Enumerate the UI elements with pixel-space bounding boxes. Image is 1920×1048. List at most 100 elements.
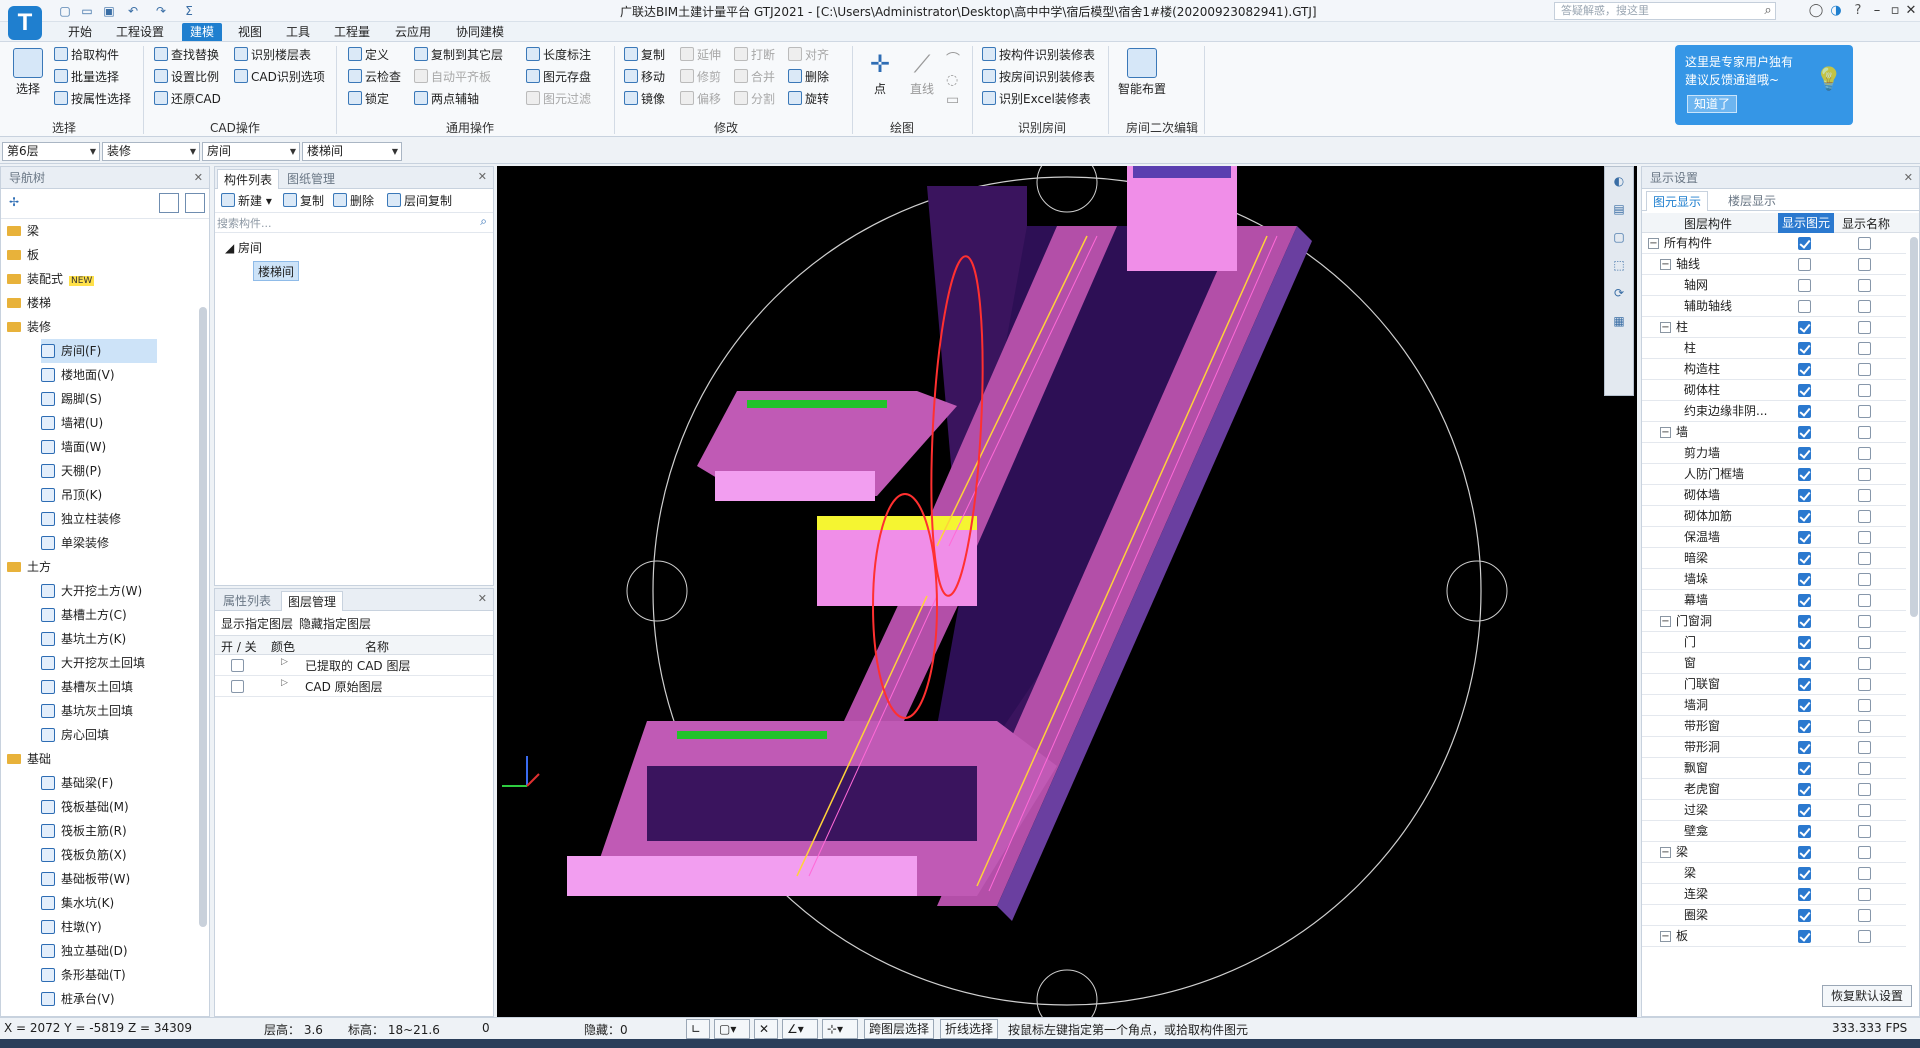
show-element-checkbox[interactable] [1798, 552, 1811, 565]
trim-button[interactable]: 修剪 [680, 67, 721, 87]
show-element-checkbox[interactable] [1798, 720, 1811, 733]
nav-item[interactable]: 柱墩(Y) [41, 915, 157, 939]
layer-toggle[interactable] [231, 659, 244, 672]
cad-options-button[interactable]: CAD识别选项 [234, 67, 325, 87]
menu-1[interactable]: 工程设置 [108, 23, 172, 41]
show-name-checkbox[interactable] [1858, 279, 1871, 292]
identify-floor-table-button[interactable]: 识别楼层表 [234, 45, 311, 65]
show-element-checkbox[interactable] [1798, 447, 1811, 460]
layer-toggle[interactable] [231, 680, 244, 693]
show-name-checkbox[interactable] [1858, 615, 1871, 628]
nav-item[interactable]: 大开挖土方(W) [41, 579, 157, 603]
expand-icon[interactable]: ▷ [281, 678, 288, 688]
collapse-toggle-icon[interactable]: − [1660, 427, 1671, 438]
menu-4[interactable]: 工具 [278, 23, 318, 41]
show-element-checkbox[interactable] [1798, 930, 1811, 943]
show-element-checkbox[interactable] [1798, 804, 1811, 817]
nav-item[interactable]: 独立基础(D) [41, 939, 157, 963]
close-icon[interactable]: ✕ [478, 170, 487, 183]
show-element-checkbox[interactable] [1798, 300, 1811, 313]
orbit-handle-right[interactable] [1446, 560, 1508, 622]
show-element-checkbox[interactable] [1798, 825, 1811, 838]
list-view-icon[interactable] [159, 193, 179, 213]
menu-7[interactable]: 协同建模 [448, 23, 512, 41]
show-name-checkbox[interactable] [1858, 783, 1871, 796]
show-name-checkbox[interactable] [1858, 447, 1871, 460]
nav-item[interactable]: 筏板基础(M) [41, 795, 157, 819]
show-name-checkbox[interactable] [1858, 573, 1871, 586]
grid-view-icon[interactable]: ▦ [1605, 307, 1633, 335]
undo-icon[interactable]: ↶ [124, 3, 142, 19]
show-element-checkbox[interactable] [1798, 468, 1811, 481]
show-name-checkbox[interactable] [1858, 909, 1871, 922]
show-name-checkbox[interactable] [1858, 825, 1871, 838]
show-name-checkbox[interactable] [1858, 657, 1871, 670]
draw-shapes-icon[interactable]: ⌒ ◌ ▭ [946, 50, 962, 110]
nav-item[interactable]: 集水坑(K) [41, 891, 157, 915]
search-icon[interactable]: ⌕ [1760, 3, 1776, 19]
show-name-checkbox[interactable] [1858, 552, 1871, 565]
show-name-checkbox[interactable] [1858, 741, 1871, 754]
show-name-checkbox[interactable] [1858, 489, 1871, 502]
align-button[interactable]: 对齐 [788, 45, 829, 65]
show-element-checkbox[interactable] [1798, 741, 1811, 754]
tab-drawing-mgmt[interactable]: 图纸管理 [281, 169, 341, 189]
no-snap-icon[interactable]: ✕ [754, 1019, 778, 1039]
length-dim-button[interactable]: 长度标注 [526, 45, 591, 65]
tooltip-ok-button[interactable]: 知道了 [1687, 95, 1737, 113]
hide-layer-button[interactable]: 隐藏指定图层 [299, 615, 371, 632]
copy-to-floor-button[interactable]: 复制到其它层 [414, 45, 503, 65]
group-label-common[interactable]: 通用操作 [446, 119, 494, 136]
show-name-checkbox[interactable] [1858, 300, 1871, 313]
copy-between-floors-button[interactable]: 层间复制 [387, 191, 452, 211]
collapse-toggle-icon[interactable]: − [1660, 616, 1671, 627]
identify-by-room-button[interactable]: 按房间识别装修表 [982, 67, 1095, 87]
redo-icon[interactable]: ↷ [152, 3, 170, 19]
nav-item[interactable]: 基础板带(W) [41, 867, 157, 891]
nav-item[interactable]: 基坑土方(K) [41, 627, 157, 651]
show-element-checkbox[interactable] [1798, 699, 1811, 712]
tile-view-icon[interactable] [185, 193, 205, 213]
collapse-toggle-icon[interactable]: − [1660, 322, 1671, 333]
batch-select-button[interactable]: 批量选择 [54, 67, 119, 87]
rotate-button[interactable]: 旋转 [788, 89, 829, 109]
box-icon[interactable]: ▢ [1605, 223, 1633, 251]
show-name-checkbox[interactable] [1858, 531, 1871, 544]
group-label-draw[interactable]: 绘图 [890, 119, 914, 136]
sum-icon[interactable]: Σ [180, 3, 198, 19]
show-element-checkbox[interactable] [1798, 573, 1811, 586]
two-point-axis-button[interactable]: 两点辅轴 [414, 89, 479, 109]
show-name-checkbox[interactable] [1858, 405, 1871, 418]
show-element-checkbox[interactable] [1798, 384, 1811, 397]
nav-item[interactable]: 基槽灰土回填 [41, 675, 157, 699]
nav-item[interactable]: 梁 [7, 219, 197, 243]
nav-item[interactable]: 天棚(P) [41, 459, 157, 483]
show-name-checkbox[interactable] [1858, 426, 1871, 439]
menu-3[interactable]: 视图 [230, 23, 270, 41]
smart-layout-button[interactable]: 智能布置 [1114, 48, 1170, 97]
group-label-select[interactable]: 选择 [52, 119, 76, 136]
minimize-button[interactable]: – [1868, 0, 1886, 22]
show-element-checkbox[interactable] [1798, 342, 1811, 355]
restore-default-button[interactable]: 恢复默认设置 [1822, 985, 1913, 1007]
save-element-button[interactable]: 图元存盘 [526, 67, 591, 87]
nav-item[interactable]: 大开挖灰土回填 [41, 651, 157, 675]
element-filter-button[interactable]: 图元过滤 [526, 89, 591, 109]
break-button[interactable]: 打断 [734, 45, 775, 65]
show-name-checkbox[interactable] [1858, 321, 1871, 334]
col-show-name[interactable]: 显示名称 [1842, 215, 1890, 232]
show-name-checkbox[interactable] [1858, 846, 1871, 859]
help-icon[interactable]: ? [1850, 3, 1866, 19]
viewport-3d[interactable] [497, 151, 1637, 1031]
tree-item-stairwell[interactable]: 楼梯间 [253, 261, 300, 281]
show-element-checkbox[interactable] [1798, 237, 1811, 250]
2d-3d-icon[interactable]: ▤ [1605, 195, 1633, 223]
set-scale-button[interactable]: 设置比例 [154, 67, 219, 87]
tab-component-list[interactable]: 构件列表 [217, 169, 280, 189]
nav-item[interactable]: 土方 [7, 555, 197, 579]
show-element-checkbox[interactable] [1798, 657, 1811, 670]
pick-component-button[interactable]: 拾取构件 [54, 45, 119, 65]
new-file-icon[interactable]: ▢ [56, 3, 74, 19]
cross-layer-select-button[interactable]: 跨图层选择 [864, 1019, 935, 1039]
ortho-toggle-icon[interactable]: ∟ [686, 1019, 710, 1039]
